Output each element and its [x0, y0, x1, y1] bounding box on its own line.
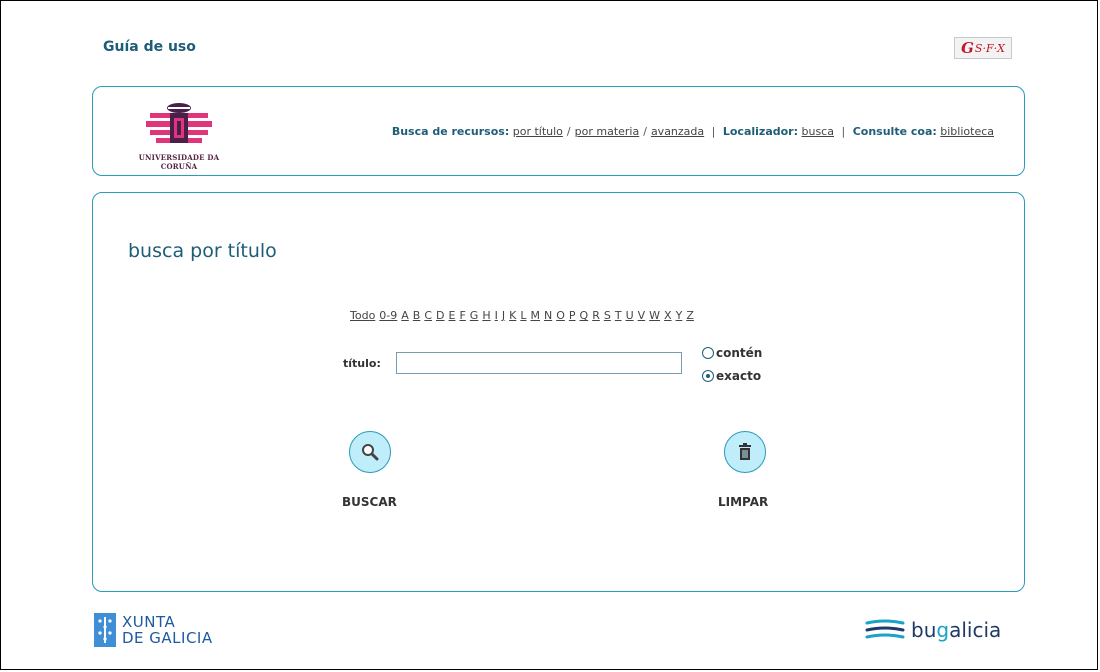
nav-divider: |	[841, 125, 846, 138]
alphabet-link[interactable]: L	[520, 309, 526, 322]
bugalicia-wordmark: bugalicia	[911, 618, 1001, 642]
bugalicia-logo[interactable]: bugalicia	[865, 617, 1001, 643]
search-button[interactable]	[349, 431, 391, 473]
alphabet-link[interactable]: E	[449, 309, 456, 322]
alphabet-link[interactable]: X	[664, 309, 672, 322]
alphabet-link[interactable]: T	[615, 309, 622, 322]
alphabet-link[interactable]: U	[626, 309, 634, 322]
title-field-label: título:	[343, 357, 381, 370]
nav-divider: |	[711, 125, 716, 138]
xunta-line2: DE GALICIA	[122, 629, 213, 647]
match-option-exact[interactable]: exacto	[702, 369, 761, 383]
xunta-emblem-icon	[94, 613, 116, 647]
guide-link[interactable]: Guía de uso	[103, 39, 196, 55]
clear-button-label[interactable]: LIMPAR	[718, 495, 768, 509]
resources-label: Busca de recursos:	[391, 125, 510, 138]
university-logo: UNIVERSIDADE DA CORUÑA	[124, 99, 234, 171]
university-emblem-icon	[146, 103, 212, 143]
trash-icon	[739, 443, 751, 460]
alphabet-link[interactable]: S	[604, 309, 611, 322]
bugalicia-highlight: g	[936, 618, 950, 642]
nav-link-por-materia[interactable]: por materia	[575, 125, 640, 138]
radio-contains[interactable]	[702, 347, 714, 359]
alphabet-link[interactable]: W	[649, 309, 660, 322]
nav-link-avanzada[interactable]: avanzada	[651, 125, 704, 138]
radio-exact-label: exacto	[716, 369, 762, 383]
alphabet-link[interactable]: C	[424, 309, 432, 322]
magnifier-icon	[362, 444, 379, 461]
alphabet-link[interactable]: I	[495, 309, 498, 322]
nav-link-por-titulo[interactable]: por título	[513, 125, 563, 138]
alphabet-link[interactable]: G	[470, 309, 479, 322]
radio-exact[interactable]	[702, 370, 714, 382]
title-input[interactable]	[396, 352, 682, 374]
alphabet-link[interactable]: O	[556, 309, 565, 322]
alphabet-index: Todo 0-9 A B C D E F G H I J K L M N O P Q R S T U V W X Y Z	[350, 309, 698, 322]
alphabet-link[interactable]: R	[592, 309, 600, 322]
nav-separator: /	[566, 125, 571, 138]
sfx-button[interactable]: G S·F·X	[954, 37, 1012, 59]
sfx-label: S·F·X	[974, 41, 1005, 55]
consult-label: Consulte coa:	[852, 125, 937, 138]
xunta-text: XUNTA DE GALICIA	[122, 614, 213, 646]
alphabet-link[interactable]: 0-9	[379, 309, 397, 322]
alphabet-link[interactable]: N	[544, 309, 552, 322]
alphabet-link[interactable]: H	[482, 309, 490, 322]
alphabet-link[interactable]: P	[569, 309, 576, 322]
university-logo-caption: UNIVERSIDADE DA CORUÑA	[138, 153, 220, 171]
bugalicia-waves-icon	[865, 619, 905, 639]
alphabet-link[interactable]: A	[401, 309, 409, 322]
alphabet-link[interactable]: Todo	[350, 309, 375, 322]
xunta-logo[interactable]: XUNTA DE GALICIA	[94, 613, 213, 647]
alphabet-link[interactable]: M	[530, 309, 540, 322]
search-button-label[interactable]: BUSCAR	[342, 495, 397, 509]
alphabet-link[interactable]: B	[413, 309, 421, 322]
alphabet-link[interactable]: Z	[686, 309, 694, 322]
page-title: busca por título	[128, 240, 277, 262]
nav-link-busca[interactable]: busca	[802, 125, 834, 138]
match-option-contains[interactable]: contén	[702, 346, 762, 360]
nav-separator: /	[643, 125, 647, 138]
bugalicia-suffix: alicia	[949, 618, 1002, 642]
alphabet-link[interactable]: J	[502, 309, 505, 322]
clear-button[interactable]	[724, 431, 766, 473]
alphabet-link[interactable]: K	[509, 309, 516, 322]
alphabet-link[interactable]: V	[638, 309, 646, 322]
bugalicia-prefix: bu	[911, 618, 937, 642]
alphabet-link[interactable]: Q	[580, 309, 589, 322]
locator-label: Localizador:	[722, 125, 798, 138]
sfx-logo-glyph: G	[961, 39, 974, 57]
nav-link-biblioteca[interactable]: biblioteca	[940, 125, 994, 138]
radio-contains-label: contén	[716, 346, 763, 360]
alphabet-link[interactable]: Y	[676, 309, 683, 322]
top-navigation: Busca de recursos: por título / por materi…	[392, 125, 994, 138]
alphabet-link[interactable]: F	[459, 309, 465, 322]
header-panel: UNIVERSIDADE DA CORUÑA Busca de recursos…	[92, 86, 1025, 176]
alphabet-link[interactable]: D	[436, 309, 444, 322]
xunta-line1: XUNTA	[122, 613, 176, 631]
